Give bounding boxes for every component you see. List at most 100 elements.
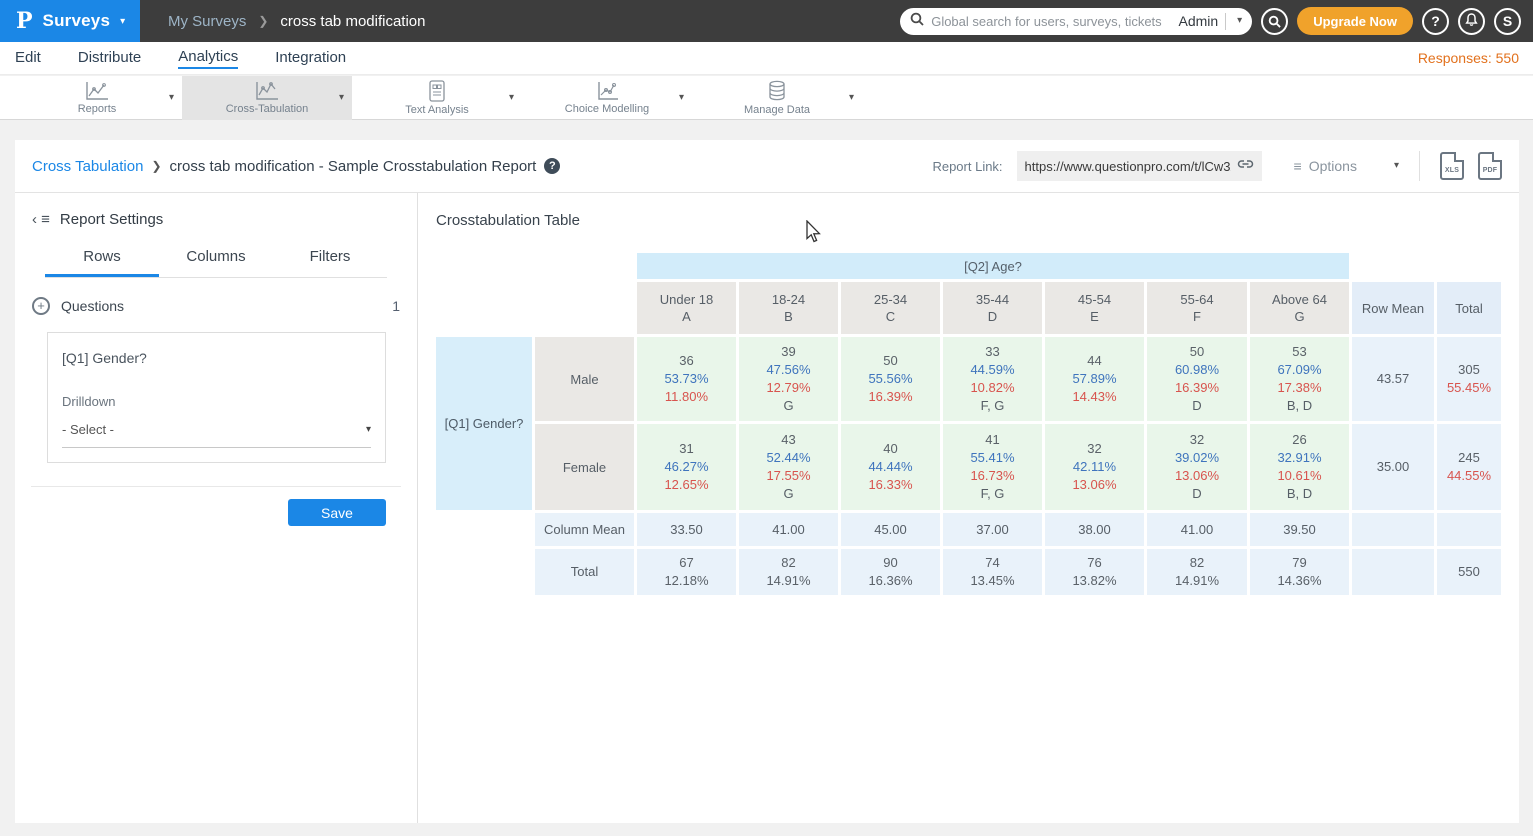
global-search[interactable]: Admin ▾ [900, 8, 1252, 35]
chevron-down-icon[interactable]: ▾ [339, 93, 344, 103]
corner-blank [436, 282, 634, 334]
collapse-panel-icon[interactable]: ‹ ≡ [32, 211, 50, 228]
search-icon [910, 12, 924, 31]
product-switcher[interactable]: P Surveys ▾ [0, 0, 140, 42]
row-label: Female [535, 424, 634, 510]
column-mean-cell: 37.00 [943, 513, 1042, 546]
cross-tabulation-chart-icon [255, 81, 279, 101]
survey-nav: Edit Distribute Analytics Integration Re… [0, 42, 1533, 75]
tab-cross-tabulation[interactable]: Cross-Tabulation ▾ [182, 76, 352, 120]
row-label: Male [535, 337, 634, 421]
nav-distribute[interactable]: Distribute [78, 49, 141, 68]
avatar[interactable]: S [1494, 8, 1521, 35]
list-icon: ≡ [1294, 158, 1302, 174]
export-xls-button[interactable]: XLS [1440, 152, 1464, 180]
column-mean-cell: 33.50 [637, 513, 736, 546]
notifications-button[interactable] [1458, 8, 1485, 35]
column-total-cell: 8214.91% [1147, 549, 1247, 595]
database-icon [767, 80, 787, 102]
export-pdf-button[interactable]: PDF [1478, 152, 1502, 180]
search-scope-chevron-icon[interactable]: ▾ [1237, 16, 1242, 26]
cross-tabulation-link[interactable]: Cross Tabulation [32, 158, 143, 175]
column-mean-cell: 45.00 [841, 513, 940, 546]
questions-section-header[interactable]: + Questions 1 [15, 278, 417, 329]
crosstab-cell: 2632.91%10.61%B, D [1250, 424, 1349, 510]
column-header: 55-64F [1147, 282, 1247, 334]
link-icon[interactable] [1237, 157, 1254, 175]
tab-reports[interactable]: Reports ▾ [12, 76, 182, 120]
tab-rows[interactable]: Rows [45, 248, 159, 277]
questions-label: Questions [61, 298, 124, 314]
crosstab-cell: 4352.44%17.55%G [739, 424, 838, 510]
column-header: Under 18A [637, 282, 736, 334]
search-scope-label: Admin [1178, 13, 1218, 29]
blank-blue-cell [1437, 513, 1501, 546]
top-header: P Surveys ▾ My Surveys ❯ cross tab modif… [0, 0, 1533, 42]
nav-analytics[interactable]: Analytics [178, 48, 238, 69]
report-link-field[interactable] [1017, 151, 1262, 181]
column-mean-cell: 39.50 [1250, 513, 1349, 546]
questions-count: 1 [392, 298, 400, 314]
report-settings-panel: ‹ ≡ Report Settings Rows Columns Filters… [15, 193, 418, 823]
chevron-down-icon[interactable]: ▾ [849, 93, 854, 103]
divider [31, 486, 401, 487]
search-input[interactable] [931, 14, 1171, 29]
report-title: cross tab modification - Sample Crosstab… [170, 158, 537, 175]
add-question-icon[interactable]: + [32, 297, 50, 315]
tab-columns[interactable]: Columns [159, 248, 273, 277]
options-dropdown[interactable]: ≡ Options ▾ [1294, 158, 1399, 174]
drilldown-select[interactable]: - Select - ▾ [62, 422, 371, 448]
blank-cell [436, 549, 532, 595]
column-total-cell: 6712.18% [637, 549, 736, 595]
column-total-cell: 7914.36% [1250, 549, 1349, 595]
question-mark-icon: ? [1431, 13, 1440, 29]
settings-tabs: Rows Columns Filters [45, 248, 387, 278]
blank-cell [1352, 253, 1434, 279]
crosstab-cell: 4457.89%14.43% [1045, 337, 1144, 421]
tab-text-analysis[interactable]: Text Analysis ▾ [352, 76, 522, 120]
tab-choice-modelling[interactable]: Choice Modelling ▾ [522, 76, 692, 120]
divider [1225, 13, 1226, 30]
row-mean-cell: 43.57 [1352, 337, 1434, 421]
row-group-header: [Q1] Gender? [436, 337, 532, 510]
column-header: 45-54E [1045, 282, 1144, 334]
nav-edit[interactable]: Edit [15, 49, 41, 68]
crosstab-cell: 3653.73%11.80% [637, 337, 736, 421]
save-button[interactable]: Save [288, 499, 386, 526]
search-button[interactable] [1261, 8, 1288, 35]
report-url-input[interactable] [1025, 159, 1231, 174]
column-group-header: [Q2] Age? [637, 253, 1349, 279]
crosstab-content: Crosstabulation Table [Q2] Age? Under 18A… [419, 193, 1519, 823]
chevron-down-icon[interactable]: ▾ [679, 93, 684, 103]
report-card: Cross Tabulation ❯ cross tab modificatio… [15, 140, 1519, 823]
question-title: [Q1] Gender? [62, 350, 371, 366]
crosstab-cell: 3947.56%12.79%G [739, 337, 838, 421]
chevron-down-icon: ▾ [120, 17, 125, 27]
crosstab-section-title: Crosstabulation Table [419, 193, 1519, 229]
question-card: [Q1] Gender? Drilldown - Select - ▾ [47, 332, 386, 463]
chevron-down-icon[interactable]: ▾ [509, 93, 514, 103]
breadcrumb-separator: ❯ [151, 159, 161, 173]
tab-filters[interactable]: Filters [273, 248, 387, 277]
nav-integration[interactable]: Integration [275, 49, 346, 68]
bell-icon [1465, 13, 1478, 30]
drilldown-label: Drilldown [62, 394, 371, 409]
blank-cell [436, 513, 532, 546]
column-total-cell: 9016.36% [841, 549, 940, 595]
help-icon[interactable]: ? [544, 158, 560, 174]
panel-title: Report Settings [60, 211, 163, 228]
breadcrumb-my-surveys[interactable]: My Surveys [168, 13, 246, 30]
choice-modelling-chart-icon [595, 81, 619, 101]
column-header: 35-44D [943, 282, 1042, 334]
chevron-down-icon: ▾ [1394, 161, 1399, 171]
tab-manage-data[interactable]: Manage Data ▾ [692, 76, 862, 120]
column-total-cell: 7413.45% [943, 549, 1042, 595]
upgrade-now-button[interactable]: Upgrade Now [1297, 7, 1413, 35]
report-link-label: Report Link: [932, 159, 1002, 174]
corner-blank [436, 253, 634, 279]
column-mean-label: Column Mean [535, 513, 634, 546]
grand-total-cell: 550 [1437, 549, 1501, 595]
chevron-down-icon[interactable]: ▾ [169, 93, 174, 103]
row-mean-header: Row Mean [1352, 282, 1434, 334]
help-button[interactable]: ? [1422, 8, 1449, 35]
